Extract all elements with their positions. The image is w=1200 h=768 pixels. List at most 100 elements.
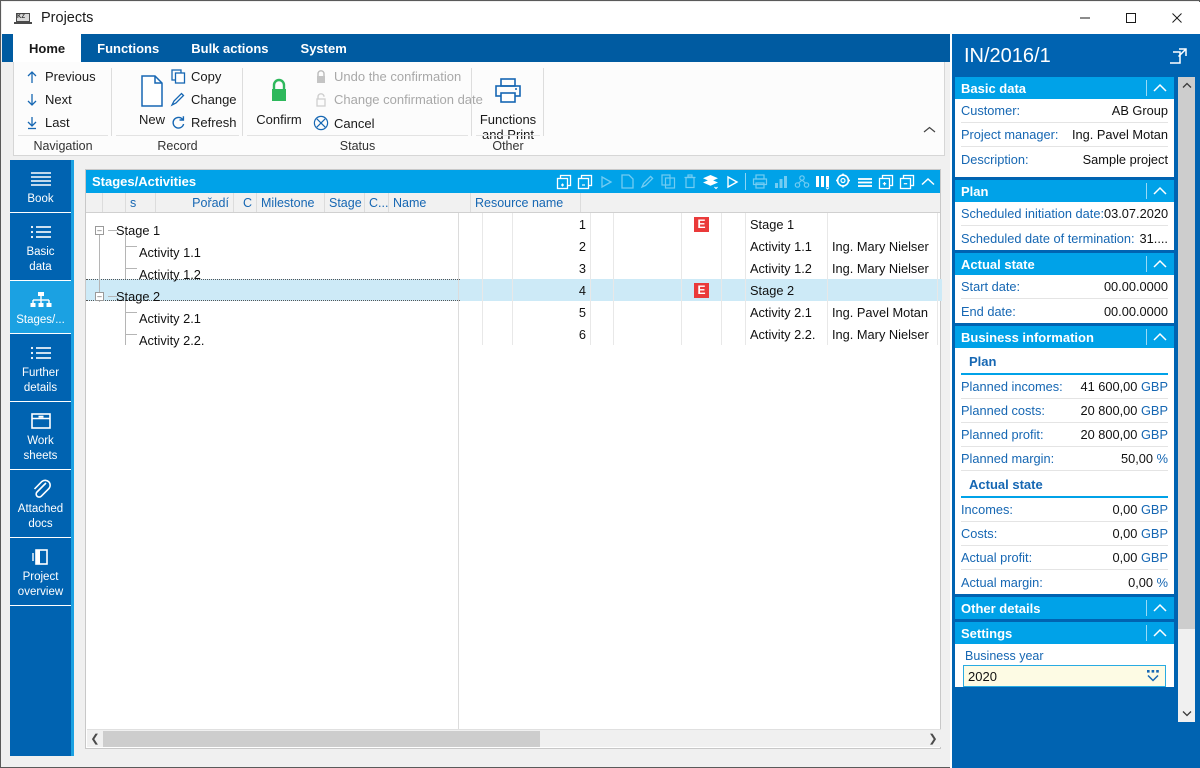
add-window-icon[interactable] — [553, 170, 574, 193]
section-header-basic-data[interactable]: Basic data — [955, 77, 1174, 99]
label-planned-margin: Planned margin: — [961, 451, 1055, 466]
column-header-c1[interactable]: C — [234, 193, 257, 212]
chart-icon[interactable] — [770, 170, 791, 193]
column-header-resource[interactable]: Resource name — [471, 193, 581, 212]
tab-home[interactable]: Home — [13, 34, 82, 62]
next-button[interactable]: Next — [22, 92, 72, 107]
scroll-track[interactable] — [103, 730, 925, 747]
settings-gear-icon[interactable] — [833, 170, 854, 193]
sidebar-item-work-sheets[interactable]: Work sheets — [10, 402, 71, 470]
external-link-icon[interactable] — [1168, 47, 1188, 70]
section-body-business-information: Plan Planned incomes: 41 600,00 GBP Plan… — [955, 348, 1174, 594]
new-record-icon[interactable] — [616, 170, 637, 193]
ribbon-group-record: New Copy Change Refresh Record — [112, 62, 243, 155]
table-row[interactable]: 3 Activity 1.2 Ing. Mary Nielser — [460, 257, 942, 279]
sidebar-item-book[interactable]: Book — [10, 160, 71, 213]
column-header-poradi[interactable]: Pořadí — [156, 193, 234, 212]
section-header-actual-state[interactable]: Actual state — [955, 253, 1174, 275]
grid-title-text: Stages/Activities — [92, 174, 197, 189]
functions-and-print-button[interactable]: Functions and Print — [472, 70, 544, 142]
tab-functions[interactable]: Functions — [81, 34, 175, 62]
copy-record-icon[interactable] — [658, 170, 679, 193]
grid-body: – Stage 1 Activity 1.1 Activity 1.2 – St… — [86, 213, 942, 729]
menu-lines-icon[interactable] — [854, 170, 875, 193]
cell-poradi: 4 — [513, 279, 591, 301]
scroll-thumb[interactable] — [1178, 94, 1195, 629]
last-button[interactable]: Last — [22, 115, 70, 130]
copy-button[interactable]: Copy — [168, 69, 221, 84]
collapse-all-icon[interactable] — [896, 170, 917, 193]
sidebar-item-project-overview[interactable]: Project overview — [10, 538, 71, 606]
run-icon[interactable] — [595, 170, 616, 193]
close-button[interactable] — [1154, 2, 1200, 34]
layers-icon[interactable] — [700, 170, 721, 193]
refresh-button[interactable]: Refresh — [168, 115, 237, 130]
table-row[interactable]: 5 Activity 2.1 Ing. Pavel Motan — [460, 301, 942, 323]
list-icon — [10, 220, 71, 244]
column-header-c2[interactable]: C... — [365, 193, 389, 212]
expand-all-icon[interactable] — [875, 170, 896, 193]
section-header-other-details[interactable]: Other details — [955, 597, 1174, 619]
detail-panel-scrollbar[interactable] — [1178, 77, 1195, 722]
section-header-plan[interactable]: Plan — [955, 180, 1174, 202]
change-button[interactable]: Change — [168, 92, 237, 107]
undo-confirmation-button[interactable]: Undo the confirmation — [311, 69, 461, 84]
column-header-name[interactable]: Name — [389, 193, 471, 212]
minimize-button[interactable] — [1062, 2, 1108, 34]
edit-record-icon[interactable] — [637, 170, 658, 193]
play-icon[interactable] — [721, 170, 742, 193]
chevron-up-icon[interactable] — [1152, 626, 1168, 644]
unit-costs: GBP — [1140, 526, 1168, 541]
scroll-left-arrow-icon[interactable]: ❮ — [87, 732, 103, 745]
section-header-settings[interactable]: Settings — [955, 622, 1174, 644]
chevron-up-icon[interactable] — [917, 170, 938, 193]
sidebar-item-basic-data[interactable]: Basic data — [10, 213, 71, 281]
cancel-button[interactable]: Cancel — [311, 115, 374, 131]
previous-button[interactable]: Previous — [22, 69, 96, 84]
table-row[interactable]: 1 E Stage 1 — [460, 213, 942, 235]
chevron-up-icon[interactable] — [1152, 257, 1168, 275]
scroll-up-arrow-icon[interactable] — [1178, 77, 1195, 94]
tab-bulk-actions[interactable]: Bulk actions — [175, 34, 284, 62]
column-header-blank2[interactable] — [103, 193, 126, 212]
column-header-s[interactable]: s — [126, 193, 156, 212]
columns-icon[interactable] — [812, 170, 833, 193]
sidebar-item-attached-docs[interactable]: Attached docs — [10, 470, 71, 538]
remove-window-icon[interactable] — [574, 170, 595, 193]
chevron-down-icon[interactable] — [1145, 667, 1161, 688]
change-confirmation-date-button[interactable]: Change confirmation date — [311, 92, 483, 107]
print-icon[interactable] — [749, 170, 770, 193]
table-row[interactable]: 6 Activity 2.2. Ing. Mary Nielser — [460, 323, 942, 345]
column-header-milestone[interactable]: Milestone — [257, 193, 325, 212]
table-row[interactable]: 2 Activity 1.1 Ing. Mary Nielser — [460, 235, 942, 257]
sidebar-item-stages[interactable]: Stages/... — [10, 281, 71, 334]
scroll-thumb[interactable] — [103, 730, 540, 747]
group-icon[interactable] — [791, 170, 812, 193]
collapse-ribbon-icon[interactable] — [923, 125, 936, 137]
maximize-button[interactable] — [1108, 2, 1154, 34]
tree-node-activity-1-2[interactable]: Activity 1.2 — [139, 263, 201, 285]
scroll-down-arrow-icon[interactable] — [1178, 705, 1195, 722]
tree-expander-minus-icon[interactable]: – — [95, 291, 104, 301]
delete-record-icon[interactable] — [679, 170, 700, 193]
sidebar-item-further-details[interactable]: Further details — [10, 334, 71, 402]
column-header-blank1[interactable] — [86, 193, 103, 212]
tree-node-activity-2-2[interactable]: Activity 2.2. — [139, 329, 204, 351]
tab-system[interactable]: System — [285, 34, 363, 62]
tree-node-activity-2-1[interactable]: Activity 2.1 — [139, 307, 201, 329]
chevron-up-icon[interactable] — [1152, 601, 1168, 619]
confirm-button[interactable]: Confirm — [243, 70, 315, 127]
chevron-up-icon[interactable] — [1152, 184, 1168, 202]
scroll-right-arrow-icon[interactable]: ❯ — [925, 732, 941, 745]
chevron-up-icon[interactable] — [1152, 81, 1168, 99]
column-header-stage[interactable]: Stage — [325, 193, 365, 212]
tree-node-activity-1-1[interactable]: Activity 1.1 — [139, 241, 201, 263]
tree-node-stage-2[interactable]: – Stage 2 — [95, 285, 160, 307]
business-year-input[interactable]: 2020 — [963, 665, 1166, 687]
tree-node-stage-1[interactable]: – Stage 1 — [95, 219, 160, 241]
horizontal-scrollbar[interactable]: ❮ ❯ — [87, 729, 941, 747]
chevron-up-icon[interactable] — [1152, 330, 1168, 348]
section-header-business-information[interactable]: Business information — [955, 326, 1174, 348]
table-row[interactable]: 4 E Stage 2 — [460, 279, 942, 301]
tree-expander-minus-icon[interactable]: – — [95, 225, 104, 235]
